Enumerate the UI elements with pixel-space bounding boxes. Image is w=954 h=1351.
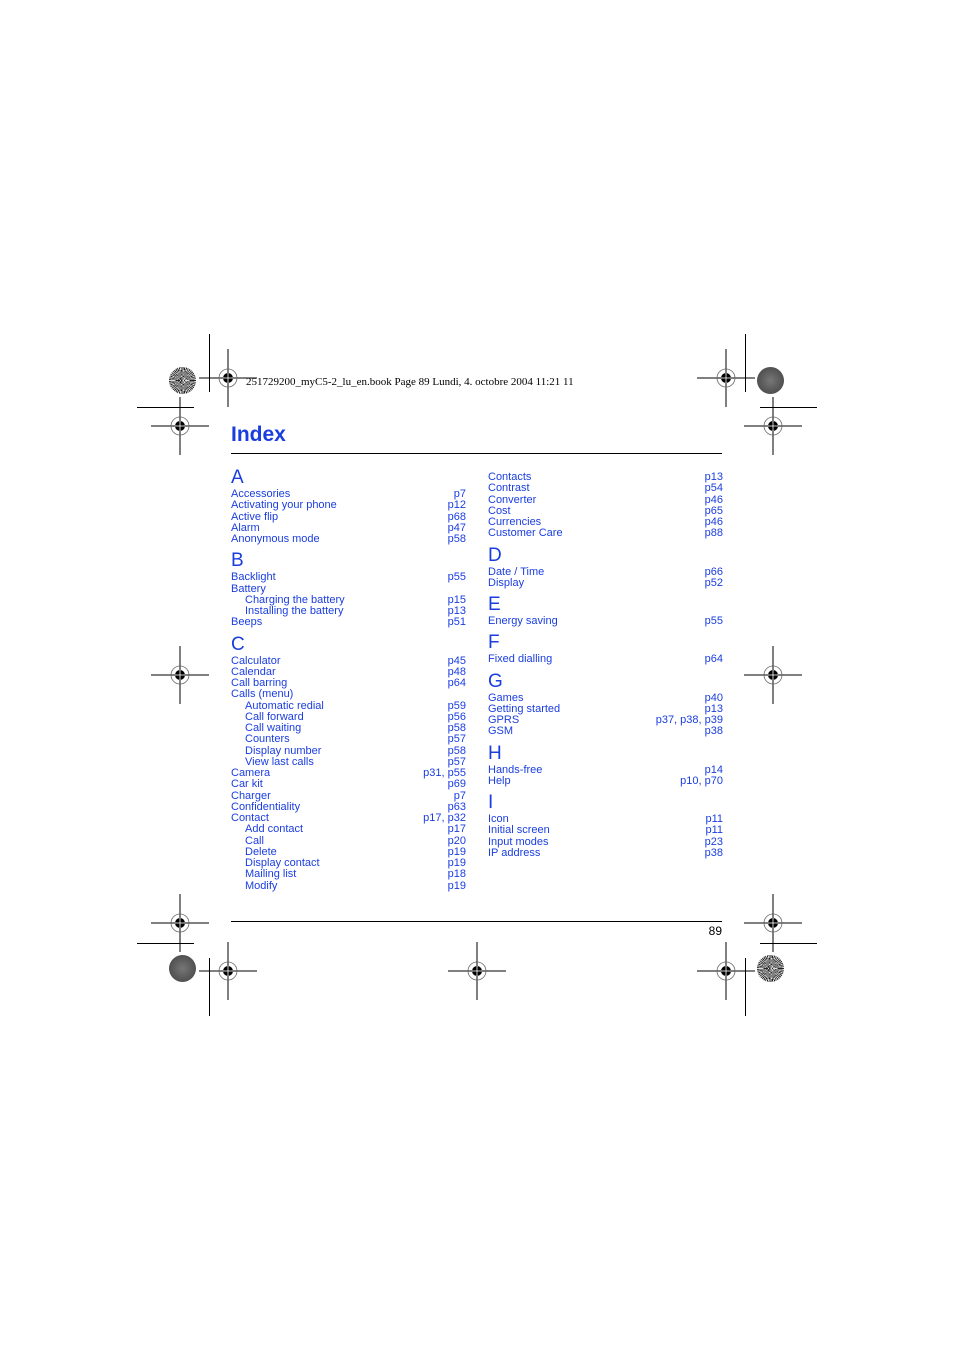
entry-pages[interactable]: p10, p70 [680,775,723,787]
entry-pages[interactable]: p38 [705,847,723,859]
entry-term: Help [488,774,511,787]
entry-term: Customer Care [488,527,563,540]
entry-term: Car kit [231,778,263,791]
index-entry[interactable]: Converter p46 [488,494,723,506]
entry-term: Counters [245,733,290,746]
entry-pages[interactable]: p55 [705,615,723,627]
index-section: I Icon p11 Initial screen p11 Input modes p23 I… [488,793,723,859]
index-subentry[interactable]: Add contact p17 [231,823,466,836]
index-section: C Calculator p45 Calendar p48 Call barring p64… [231,633,466,892]
entry-pages[interactable]: p55 [448,571,466,583]
index-subentry[interactable]: Modify p19 [231,879,466,892]
entry-pages[interactable]: p88 [705,527,723,539]
section-letter: H [488,742,502,764]
registration-mark-icon [744,397,802,455]
index-section: G Games p40 Getting started p13 GPRS p37, p38,… [488,670,723,738]
entry-term: Beeps [231,616,263,629]
index-section: F Fixed dialling p64 [488,633,723,665]
index-subentry[interactable]: Installing the battery p13 [231,605,466,617]
index-section: E Energy saving p55 [488,595,723,627]
section-letter: I [488,792,494,813]
index-entry[interactable]: GSM p38 [488,725,723,738]
entry-term: IP address [488,846,541,859]
index-section: Contacts p13 Contrast p54 Converter p46 Cost p6… [488,471,723,540]
index-entry[interactable]: Energy saving p55 [488,615,723,627]
print-header-info: 251729200_myC5-2_lu_en.book Page 89 Lund… [246,376,574,388]
registration-mark-icon [744,646,802,704]
entry-term: Activating your phone [231,499,337,512]
index-section: H Hands-free p14 Help p10, p70 [488,742,723,788]
entry-pages[interactable]: p69 [448,778,466,790]
entry-term: Calls (menu) [231,688,294,701]
entry-pages[interactable]: p17 [448,823,466,835]
entry-term: GSM [488,725,514,738]
index-entry[interactable]: Car kit p69 [231,778,466,791]
index-section: B Backlight p55 Battery Charging the battery… [231,551,466,628]
index-entry[interactable]: Customer Care p88 [488,527,723,540]
section-letter: G [488,670,503,692]
entry-term: Backlight [231,571,276,584]
index-entry[interactable]: Fixed dialling p64 [488,653,723,666]
entry-pages[interactable]: p54 [705,482,723,494]
entry-pages[interactable]: p19 [448,880,466,892]
entry-pages[interactable]: p18 [448,868,466,880]
footer-rule [231,921,722,922]
entry-term: Display [488,576,525,589]
entry-term: Anonymous mode [231,533,320,545]
registration-mark-icon [697,942,755,1000]
entry-pages[interactable]: p64 [705,653,723,665]
section-letter: A [231,467,244,488]
entry-term: Mailing list [245,868,297,881]
index-entry[interactable]: Activating your phone p12 [231,499,466,512]
index-entry[interactable]: Active flip p68 [231,511,466,523]
index-entry[interactable]: Backlight p55 [231,571,466,584]
entry-term: Initial screen [488,824,550,837]
index-entry[interactable]: IP address p38 [488,846,723,859]
registration-mark-icon [199,942,257,1000]
index-column-left: A Accessories p7 Activating your phone p12 Ac… [231,468,466,898]
entry-pages[interactable]: p11 [705,824,723,836]
section-letter: F [488,632,500,654]
index-entry[interactable]: Initial screen p11 [488,824,723,837]
index-entry[interactable]: Beeps p51 [231,616,466,629]
entry-term: Add contact [245,823,304,836]
entry-pages[interactable]: p52 [705,577,723,589]
index-subentry[interactable]: Mailing list p18 [231,868,466,881]
entry-pages[interactable]: p12 [448,499,466,511]
index-entry[interactable]: Calls (menu) [231,688,466,701]
entry-pages[interactable]: p38 [705,725,723,737]
index-column-right: Contacts p13 Contrast p54 Converter p46 Cost p6… [488,468,723,865]
index-entry[interactable]: Anonymous mode p58 [231,533,466,545]
registration-mark-icon [448,942,506,1000]
entry-term: Contrast [488,482,530,495]
entry-term: Energy saving [488,615,558,627]
index-entry[interactable]: Contrast p54 [488,482,723,495]
entry-pages[interactable]: p51 [448,616,466,628]
index-entry[interactable]: Help p10, p70 [488,774,723,787]
entry-term: Modify [245,879,278,892]
index-section: D Date / Time p66 Display p52 [488,544,723,590]
page-title: Index [231,423,286,446]
entry-pages[interactable]: p58 [448,533,466,545]
entry-term: Fixed dialling [488,653,553,666]
index-section: A Accessories p7 Activating your phone p12 Ac… [231,468,466,545]
index-subentry[interactable]: Counters p57 [231,733,466,746]
index-entry[interactable]: Display p52 [488,576,723,589]
section-letter: C [231,633,245,655]
entry-pages[interactable]: p64 [448,677,466,689]
index-entry[interactable]: Camera p31, p55 [231,767,466,779]
registration-mark-icon [151,397,209,455]
section-letter: E [488,594,501,615]
index-entry[interactable]: GPRS p37, p38, p39 [488,714,723,726]
section-letter: B [231,550,244,572]
registration-mark-icon [151,646,209,704]
title-rule [231,453,722,454]
section-letter: D [488,544,502,566]
entry-pages[interactable]: p57 [448,733,466,745]
